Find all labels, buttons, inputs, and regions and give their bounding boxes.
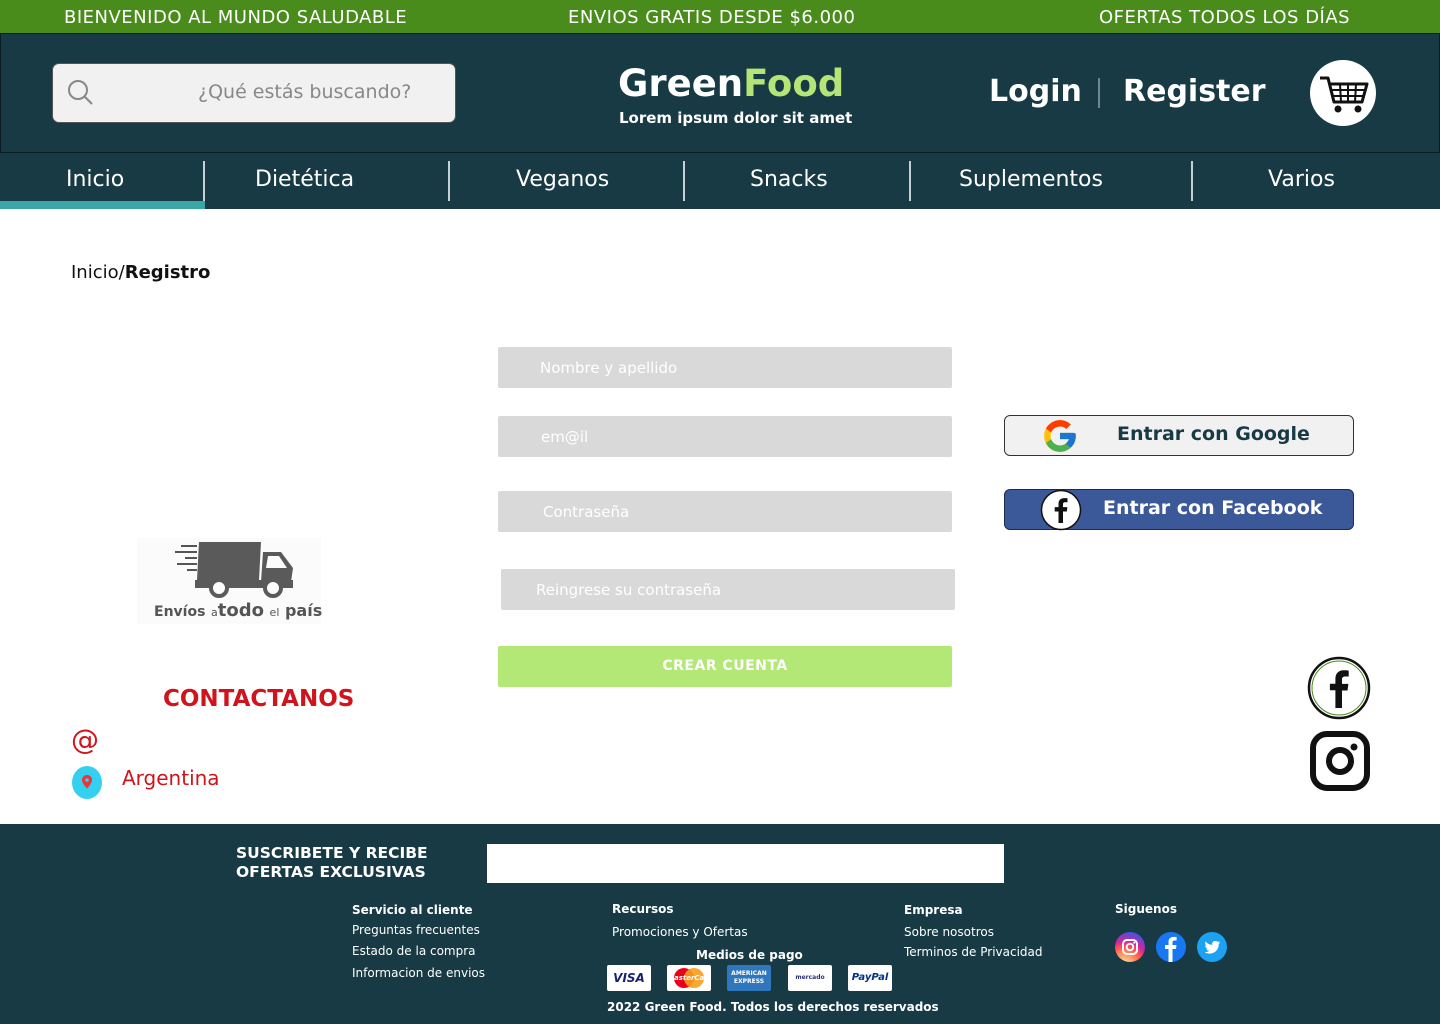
nav-divider: [448, 161, 450, 201]
logo-food-text: Food: [743, 62, 845, 105]
instagram-icon: [1310, 731, 1370, 791]
contact-title: CONTACTANOS: [163, 686, 355, 712]
search-icon: [68, 80, 93, 105]
footer-resources-title: Recursos: [612, 902, 674, 916]
footer-link-shipping-info[interactable]: Informacion de envios: [352, 966, 485, 980]
footer-instagram-icon[interactable]: [1115, 932, 1145, 962]
footer-link-privacy[interactable]: Terminos de Privacidad: [904, 945, 1043, 959]
cart-icon: [1320, 76, 1369, 113]
password-confirm-placeholder: Reingrese su contraseña: [536, 581, 722, 599]
footer-company-title: Empresa: [904, 903, 963, 917]
google-login-button[interactable]: Entrar con Google: [1004, 415, 1354, 456]
password-field[interactable]: Contraseña: [498, 491, 952, 532]
twitter-glyph: [1204, 940, 1220, 954]
badge-word-todo: todo: [217, 600, 264, 621]
visa-card-icon: VISA: [607, 965, 651, 991]
site-footer: SUSCRIBETE Y RECIBE OFERTAS EXCLUSIVAS S…: [0, 824, 1440, 1024]
amex-card-icon: AMERICAN EXPRESS: [727, 965, 771, 991]
email-field[interactable]: em@il: [498, 416, 952, 457]
paypal-icon: PayPal: [848, 965, 892, 991]
facebook-glyph: [1165, 936, 1177, 962]
map-pin-glyph: [82, 775, 92, 789]
logo-tagline: Lorem ipsum dolor sit amet: [619, 109, 853, 127]
shipping-badge: Envíos atodo el país: [137, 538, 322, 624]
nav-active-indicator: [0, 201, 205, 209]
footer-facebook-icon[interactable]: [1156, 932, 1186, 962]
shipping-badge-text: Envíos atodo el país: [154, 600, 322, 621]
footer-link-promotions[interactable]: Promociones y Ofertas: [612, 925, 748, 939]
nav-divider: [683, 161, 685, 201]
nav-item-suplementos[interactable]: Suplementos: [959, 167, 1103, 192]
topbar-welcome-text: BIENVENIDO AL MUNDO SALUDABLE: [64, 7, 408, 28]
badge-word-pais: país: [284, 601, 323, 620]
footer-customer-service-title: Servicio al cliente: [352, 903, 473, 917]
nav-divider: [1191, 161, 1193, 201]
password-confirm-field[interactable]: Reingrese su contraseña: [501, 569, 955, 610]
cart-button[interactable]: [1310, 60, 1376, 126]
subscribe-line-1: SUSCRIBETE Y RECIBE: [236, 844, 428, 862]
contact-country: Argentina: [122, 766, 220, 790]
nav-divider: [909, 161, 911, 201]
breadcrumb-home[interactable]: Inicio/: [71, 262, 125, 283]
badge-word-envios: Envíos: [154, 604, 206, 620]
badge-word-el: el: [269, 606, 280, 619]
footer-twitter-icon[interactable]: [1197, 932, 1227, 962]
nav-item-dietetica[interactable]: Dietética: [255, 167, 354, 192]
site-header: ¿Qué estás buscando? GreenFood Lorem ips…: [0, 33, 1440, 153]
instagram-link[interactable]: [1309, 730, 1371, 792]
top-announcement-bar: BIENVENIDO AL MUNDO SALUDABLE ENVIOS GRA…: [0, 0, 1440, 33]
google-icon: [1044, 420, 1076, 452]
footer-link-order-status[interactable]: Estado de la compra: [352, 944, 476, 958]
nav-item-inicio[interactable]: Inicio: [66, 167, 124, 192]
subscribe-email-input[interactable]: [487, 844, 1004, 883]
nav-item-varios[interactable]: Varios: [1268, 167, 1335, 192]
footer-payment-title: Medios de pago: [696, 948, 803, 962]
header-link-divider: [1098, 78, 1100, 108]
mastercard-label: MasterCard: [667, 974, 711, 982]
login-link[interactable]: Login: [989, 74, 1082, 109]
logo-green-text: Green: [618, 62, 744, 105]
email-placeholder: em@il: [541, 428, 589, 446]
subscribe-line-2: OFERTAS EXCLUSIVAS: [236, 863, 426, 881]
name-field[interactable]: Nombre y apellido: [498, 347, 952, 388]
facebook-login-label: Entrar con Facebook: [1103, 497, 1323, 519]
password-placeholder: Contraseña: [543, 503, 630, 521]
create-account-button[interactable]: CREAR CUENTA: [498, 646, 952, 687]
mercadopago-icon: mercado pago: [788, 965, 832, 991]
subscribe-heading: SUSCRIBETE Y RECIBE OFERTAS EXCLUSIVAS: [236, 844, 428, 882]
badge-word-a: a: [210, 606, 218, 619]
register-link[interactable]: Register: [1123, 74, 1266, 109]
topbar-shipping-text: ENVIOS GRATIS DESDE $6.000: [568, 7, 856, 28]
google-login-label: Entrar con Google: [1117, 423, 1310, 445]
footer-link-faq[interactable]: Preguntas frecuentes: [352, 923, 480, 937]
footer-link-about[interactable]: Sobre nosotros: [904, 925, 994, 939]
search-input[interactable]: ¿Qué estás buscando?: [198, 81, 411, 103]
breadcrumb: Inicio/Registro: [71, 262, 210, 283]
name-placeholder: Nombre y apellido: [540, 359, 678, 377]
search-bar[interactable]: ¿Qué estás buscando?: [52, 63, 456, 123]
topbar-offers-text: OFERTAS TODOS LOS DÍAS: [1099, 7, 1351, 28]
nav-divider: [203, 161, 205, 201]
site-logo[interactable]: GreenFood: [618, 64, 844, 104]
nav-item-veganos[interactable]: Veganos: [516, 167, 609, 192]
instagram-glyph: [1122, 939, 1138, 955]
facebook-icon: [1040, 489, 1082, 531]
footer-follow-title: Siguenos: [1115, 902, 1177, 916]
breadcrumb-current: Registro: [124, 262, 211, 283]
main-navigation: Inicio Dietética Veganos Snacks Suplemen…: [0, 153, 1440, 209]
facebook-link[interactable]: [1307, 656, 1371, 720]
facebook-login-button[interactable]: Entrar con Facebook: [1004, 489, 1354, 531]
footer-copyright: 2022 Green Food. Todos los derechos rese…: [607, 1000, 939, 1014]
nav-item-snacks[interactable]: Snacks: [750, 167, 828, 192]
email-at-icon[interactable]: @: [71, 723, 99, 756]
mastercard-icon: MasterCard: [667, 965, 711, 991]
facebook-icon: [1307, 656, 1371, 720]
location-pin-icon: [72, 766, 102, 799]
